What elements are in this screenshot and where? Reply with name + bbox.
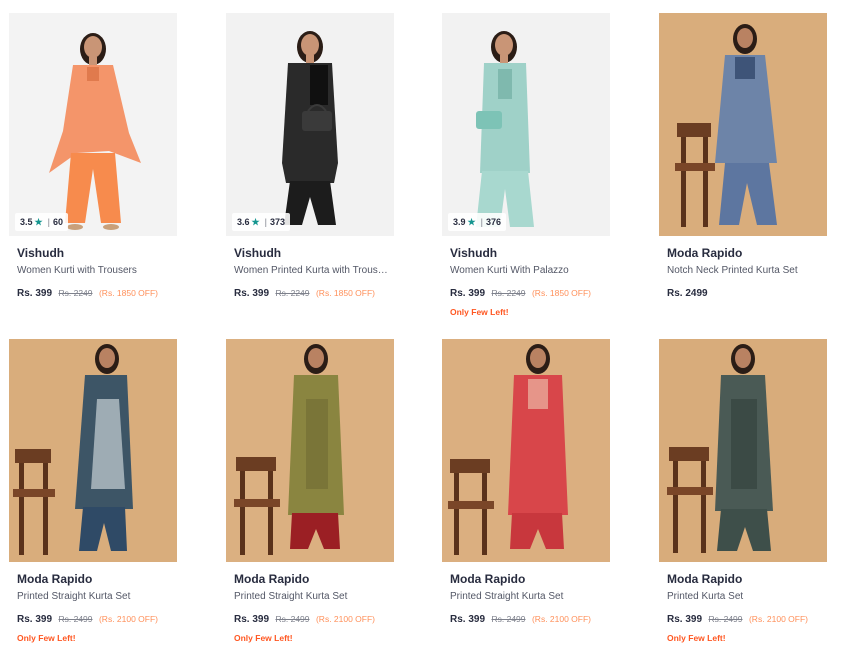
product-brand: Moda Rapido [450,572,526,586]
product-mrp: Rs. 2499 [708,614,743,624]
product-name: Printed Straight Kurta Set [17,591,131,602]
product-discount: (Rs. 1850 OFF) [98,288,159,298]
product-name: Women Kurti with Trousers [17,265,137,276]
product-price: Rs. 399 [667,614,703,625]
product-brand: Vishudh [450,246,498,260]
product-grid: 3.5 ★ | 60 Vishudh Women Kurti with Trouser… [0,0,844,662]
product-brand: Moda Rapido [667,246,743,260]
product-card[interactable]: Moda Rapido Printed Kurta Set Rs. 399 Rs… [659,339,827,643]
product-card[interactable]: Moda Rapido Notch Neck Printed Kurta Set… [659,13,827,313]
rating-count: 376 [485,217,501,227]
product-price: Rs. 399 [234,614,270,625]
rating-badge: 3.6 ★ | 373 [232,213,290,231]
price-row: Rs. 399 Rs. 2499 (Rs. 2100 OFF) [450,611,610,627]
price-row: Rs. 399 Rs. 2249 (Rs. 1850 OFF) [450,285,610,301]
product-info: Moda Rapido Printed Straight Kurta Set R… [17,571,177,644]
rating-badge: 3.9 ★ | 376 [448,213,506,231]
product-name: Printed Straight Kurta Set [234,591,348,602]
product-discount: (Rs. 2100 OFF) [748,614,809,624]
price-row: Rs. 399 Rs. 2499 (Rs. 2100 OFF) [667,611,827,627]
product-name: Women Printed Kurta with Trousers [234,265,390,276]
product-card[interactable]: 3.6 ★ | 373 Vishudh Women Printed Kurta wit… [226,13,394,313]
product-info: Moda Rapido Printed Straight Kurta Set R… [450,571,610,627]
product-name: Printed Straight Kurta Set [450,591,564,602]
product-card[interactable]: Moda Rapido Printed Straight Kurta Set R… [442,339,610,639]
product-price: Rs. 399 [17,288,53,299]
product-card[interactable]: 3.9 ★ | 376 Vishudh Women Kurti With Palazz… [442,13,610,317]
stock-alert: Only Few Left! [234,633,293,643]
product-mrp: Rs. 2499 [275,614,310,624]
product-brand: Moda Rapido [667,572,743,586]
product-discount: (Rs. 2100 OFF) [98,614,159,624]
rating-badge: 3.5 ★ | 60 [15,213,68,231]
product-image[interactable] [659,13,827,236]
product-price: Rs. 2499 [667,288,708,299]
product-image[interactable] [442,339,610,562]
star-icon: ★ [251,217,260,227]
product-discount: (Rs. 2100 OFF) [531,614,592,624]
product-name: Notch Neck Printed Kurta Set [667,265,798,276]
product-image[interactable] [659,339,827,562]
stock-alert: Only Few Left! [450,307,509,317]
star-icon: ★ [467,217,476,227]
rating-value: 3.5 [20,217,33,227]
product-image[interactable] [226,13,394,236]
product-discount: (Rs. 1850 OFF) [315,288,376,298]
product-info: Vishudh Women Printed Kurta with Trouser… [234,245,394,301]
product-price: Rs. 399 [234,288,270,299]
rating-divider: | [47,217,50,227]
product-image[interactable] [9,339,177,562]
product-info: Moda Rapido Printed Straight Kurta Set R… [234,571,394,644]
product-card[interactable]: Moda Rapido Printed Straight Kurta Set R… [226,339,394,643]
product-price: Rs. 399 [450,288,486,299]
price-row: Rs. 2499 [667,285,827,301]
product-price: Rs. 399 [450,614,486,625]
product-name: Printed Kurta Set [667,591,744,602]
product-mrp: Rs. 2249 [275,288,310,298]
price-row: Rs. 399 Rs. 2249 (Rs. 1850 OFF) [17,285,177,301]
stock-alert: Only Few Left! [667,633,726,643]
product-brand: Moda Rapido [17,572,93,586]
product-mrp: Rs. 2249 [491,288,526,298]
product-image[interactable] [226,339,394,562]
star-icon: ★ [34,217,43,227]
price-row: Rs. 399 Rs. 2499 (Rs. 2100 OFF) [17,611,177,627]
product-brand: Vishudh [234,246,282,260]
product-mrp: Rs. 2499 [58,614,93,624]
rating-value: 3.6 [237,217,250,227]
product-image[interactable] [9,13,177,236]
product-brand: Vishudh [17,246,65,260]
product-info: Moda Rapido Printed Kurta Set Rs. 399 Rs… [667,571,827,644]
stock-alert: Only Few Left! [17,633,76,643]
product-mrp: Rs. 2499 [491,614,526,624]
product-info: Moda Rapido Notch Neck Printed Kurta Set… [667,245,827,301]
product-card[interactable]: 3.5 ★ | 60 Vishudh Women Kurti with Trouser… [9,13,177,313]
rating-divider: | [264,217,267,227]
product-discount: (Rs. 1850 OFF) [531,288,592,298]
rating-value: 3.9 [453,217,466,227]
product-info: Vishudh Women Kurti With Palazzo Rs. 399… [450,245,610,318]
product-price: Rs. 399 [17,614,53,625]
rating-divider: | [480,217,483,227]
price-row: Rs. 399 Rs. 2249 (Rs. 1850 OFF) [234,285,394,301]
product-image[interactable] [442,13,610,236]
product-info: Vishudh Women Kurti with Trousers Rs. 39… [17,245,177,301]
rating-count: 60 [52,217,63,227]
rating-count: 373 [269,217,285,227]
product-brand: Moda Rapido [234,572,310,586]
price-row: Rs. 399 Rs. 2499 (Rs. 2100 OFF) [234,611,394,627]
product-card[interactable]: Moda Rapido Printed Straight Kurta Set R… [9,339,177,643]
product-mrp: Rs. 2249 [58,288,93,298]
product-name: Women Kurti With Palazzo [450,265,569,276]
product-discount: (Rs. 2100 OFF) [315,614,376,624]
